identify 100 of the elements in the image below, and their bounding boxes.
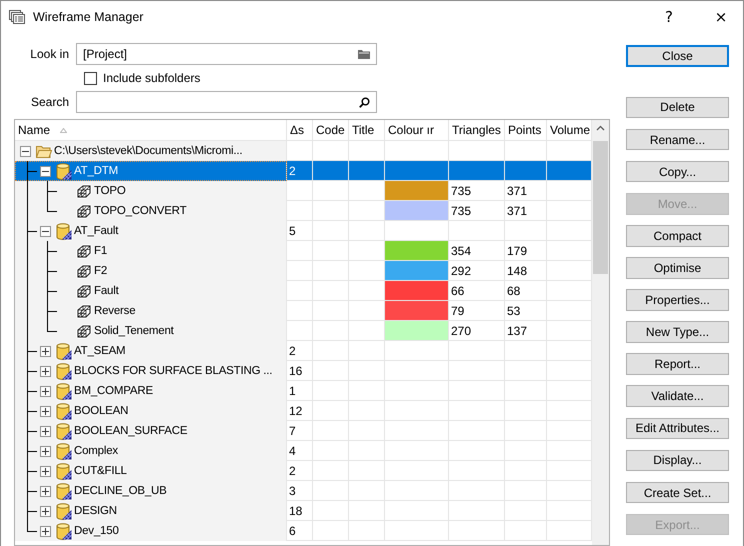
column-header[interactable]: Triangles — [452, 123, 501, 137]
item-name: DECLINE_OB_UB — [74, 484, 167, 499]
expand-toggle[interactable] — [40, 166, 50, 176]
database-icon — [56, 462, 72, 480]
item-name: C:\Users\stevek\Documents\Micromi... — [54, 144, 242, 159]
item-name: TOPO_CONVERT — [94, 204, 186, 219]
table-cell: 4 — [289, 444, 296, 458]
database-icon — [56, 362, 72, 380]
dialog-button[interactable]: Rename... — [626, 128, 729, 150]
expand-toggle[interactable] — [40, 226, 50, 236]
expand-toggle[interactable] — [40, 406, 50, 416]
dialog-button[interactable]: Create Set... — [626, 482, 729, 504]
tree-row[interactable]: BLOCKS FOR SURFACE BLASTING ... 16 — [15, 361, 592, 381]
plus-icon — [42, 488, 48, 494]
tree-row[interactable]: DECLINE_OB_UB 3 — [15, 481, 592, 501]
database-icon — [56, 382, 72, 400]
item-name: Fault — [94, 284, 119, 299]
expand-toggle[interactable] — [40, 506, 50, 516]
help-button[interactable]: ? — [647, 2, 691, 32]
column-header[interactable]: Δs — [290, 123, 304, 137]
plus-icon — [42, 348, 48, 354]
vertical-scrollbar[interactable] — [592, 120, 609, 545]
table-cell: 2 — [289, 464, 296, 478]
database-icon — [56, 222, 72, 240]
tree-row[interactable]: Reverse 79 53 — [15, 301, 592, 321]
column-header[interactable]: Points — [508, 123, 542, 137]
table-cell: 7 — [289, 424, 296, 438]
dialog-button[interactable]: Validate... — [626, 385, 729, 408]
table-cell: 2 — [289, 164, 296, 178]
database-icon — [56, 422, 72, 440]
tree-row[interactable]: TOPO_CONVERT 735 371 — [15, 201, 592, 221]
item-name: BOOLEAN — [74, 404, 128, 419]
dialog-button[interactable]: Compact — [626, 225, 729, 247]
include-subfolders-label: Include subfolders — [103, 71, 200, 85]
item-name: TOPO — [94, 184, 126, 199]
tree-row[interactable]: DESIGN 18 — [15, 501, 592, 521]
close-button[interactable]: × — [699, 2, 743, 32]
dialog-button[interactable]: Edit Attributes... — [626, 418, 729, 440]
tree-row[interactable]: C:\Users\stevek\Documents\Micromi... — [15, 141, 592, 161]
column-header[interactable]: Name — [18, 123, 50, 137]
folder-browse-icon — [358, 49, 370, 59]
table-cell: 6 — [289, 524, 296, 538]
table-cell: 137 — [507, 324, 528, 338]
expand-toggle[interactable] — [40, 366, 50, 376]
column-header[interactable]: Volume — [550, 123, 590, 137]
expand-toggle[interactable] — [40, 386, 50, 396]
include-subfolders-checkbox[interactable] — [84, 72, 97, 84]
item-name: AT_SEAM — [74, 344, 126, 359]
tree-row[interactable]: F2 292 148 — [15, 261, 592, 281]
plus-icon — [42, 388, 48, 394]
window-list-icon — [9, 10, 25, 24]
table-cell: 1 — [289, 384, 296, 398]
search-field[interactable] — [76, 91, 377, 113]
wireframe-icon — [77, 284, 91, 298]
item-name: AT_DTM — [74, 164, 118, 179]
expand-toggle[interactable] — [40, 466, 50, 476]
tree-row[interactable]: Dev_150 6 — [15, 521, 592, 541]
table-cell: 68 — [507, 284, 520, 298]
tree-row[interactable]: AT_SEAM 2 — [15, 341, 592, 361]
tree-row[interactable]: BOOLEAN 12 — [15, 401, 592, 421]
tree-row[interactable]: Complex 4 — [15, 441, 592, 461]
expand-toggle[interactable] — [40, 486, 50, 496]
look-in-field[interactable]: [Project] — [76, 43, 377, 65]
expand-toggle[interactable] — [40, 426, 50, 436]
tree-row[interactable]: AT_DTM 2 — [15, 161, 592, 181]
dialog-button[interactable]: Close — [626, 45, 729, 67]
search-icon — [359, 96, 370, 108]
expand-toggle[interactable] — [20, 146, 30, 156]
expand-toggle[interactable] — [40, 526, 50, 536]
tree-row[interactable]: Solid_Tenement 270 137 — [15, 321, 592, 341]
dialog-button[interactable]: Properties... — [626, 289, 729, 311]
table-cell: 148 — [507, 264, 528, 278]
column-header[interactable]: Title — [352, 123, 374, 137]
item-name: BOOLEAN_SURFACE — [74, 424, 188, 439]
expand-toggle[interactable] — [40, 346, 50, 356]
expand-toggle[interactable] — [40, 446, 50, 456]
table-cell: 16 — [289, 364, 302, 378]
tree-row[interactable]: F1 354 179 — [15, 241, 592, 261]
tree-row[interactable]: CUT&FILL 2 — [15, 461, 592, 481]
table-cell: 179 — [507, 244, 528, 258]
scrollbar-thumb[interactable] — [593, 141, 608, 274]
dialog-button[interactable]: Report... — [626, 353, 729, 375]
dialog-button[interactable]: Display... — [626, 450, 729, 472]
tree-row[interactable]: Fault 66 68 — [15, 281, 592, 301]
tree-row[interactable]: TOPO 735 371 — [15, 181, 592, 201]
dialog-button[interactable]: Copy... — [626, 160, 729, 182]
tree-row[interactable]: BM_COMPARE 1 — [15, 381, 592, 401]
column-header[interactable]: Colour ır — [388, 123, 434, 137]
item-name: F1 — [94, 244, 108, 259]
dialog-button[interactable]: Delete — [626, 96, 729, 118]
dialog-button[interactable]: Optimise — [626, 257, 729, 279]
item-name: AT_Fault — [74, 224, 118, 239]
tree-row[interactable]: AT_Fault 5 — [15, 221, 592, 241]
item-name: F2 — [94, 264, 108, 279]
item-name: CUT&FILL — [74, 464, 127, 479]
column-header[interactable]: Code — [316, 123, 345, 137]
tree-row[interactable]: BOOLEAN_SURFACE 7 — [15, 421, 592, 441]
dialog-button[interactable]: New Type... — [626, 321, 729, 343]
wireframe-icon — [77, 244, 91, 258]
wireframe-icon — [77, 184, 91, 198]
